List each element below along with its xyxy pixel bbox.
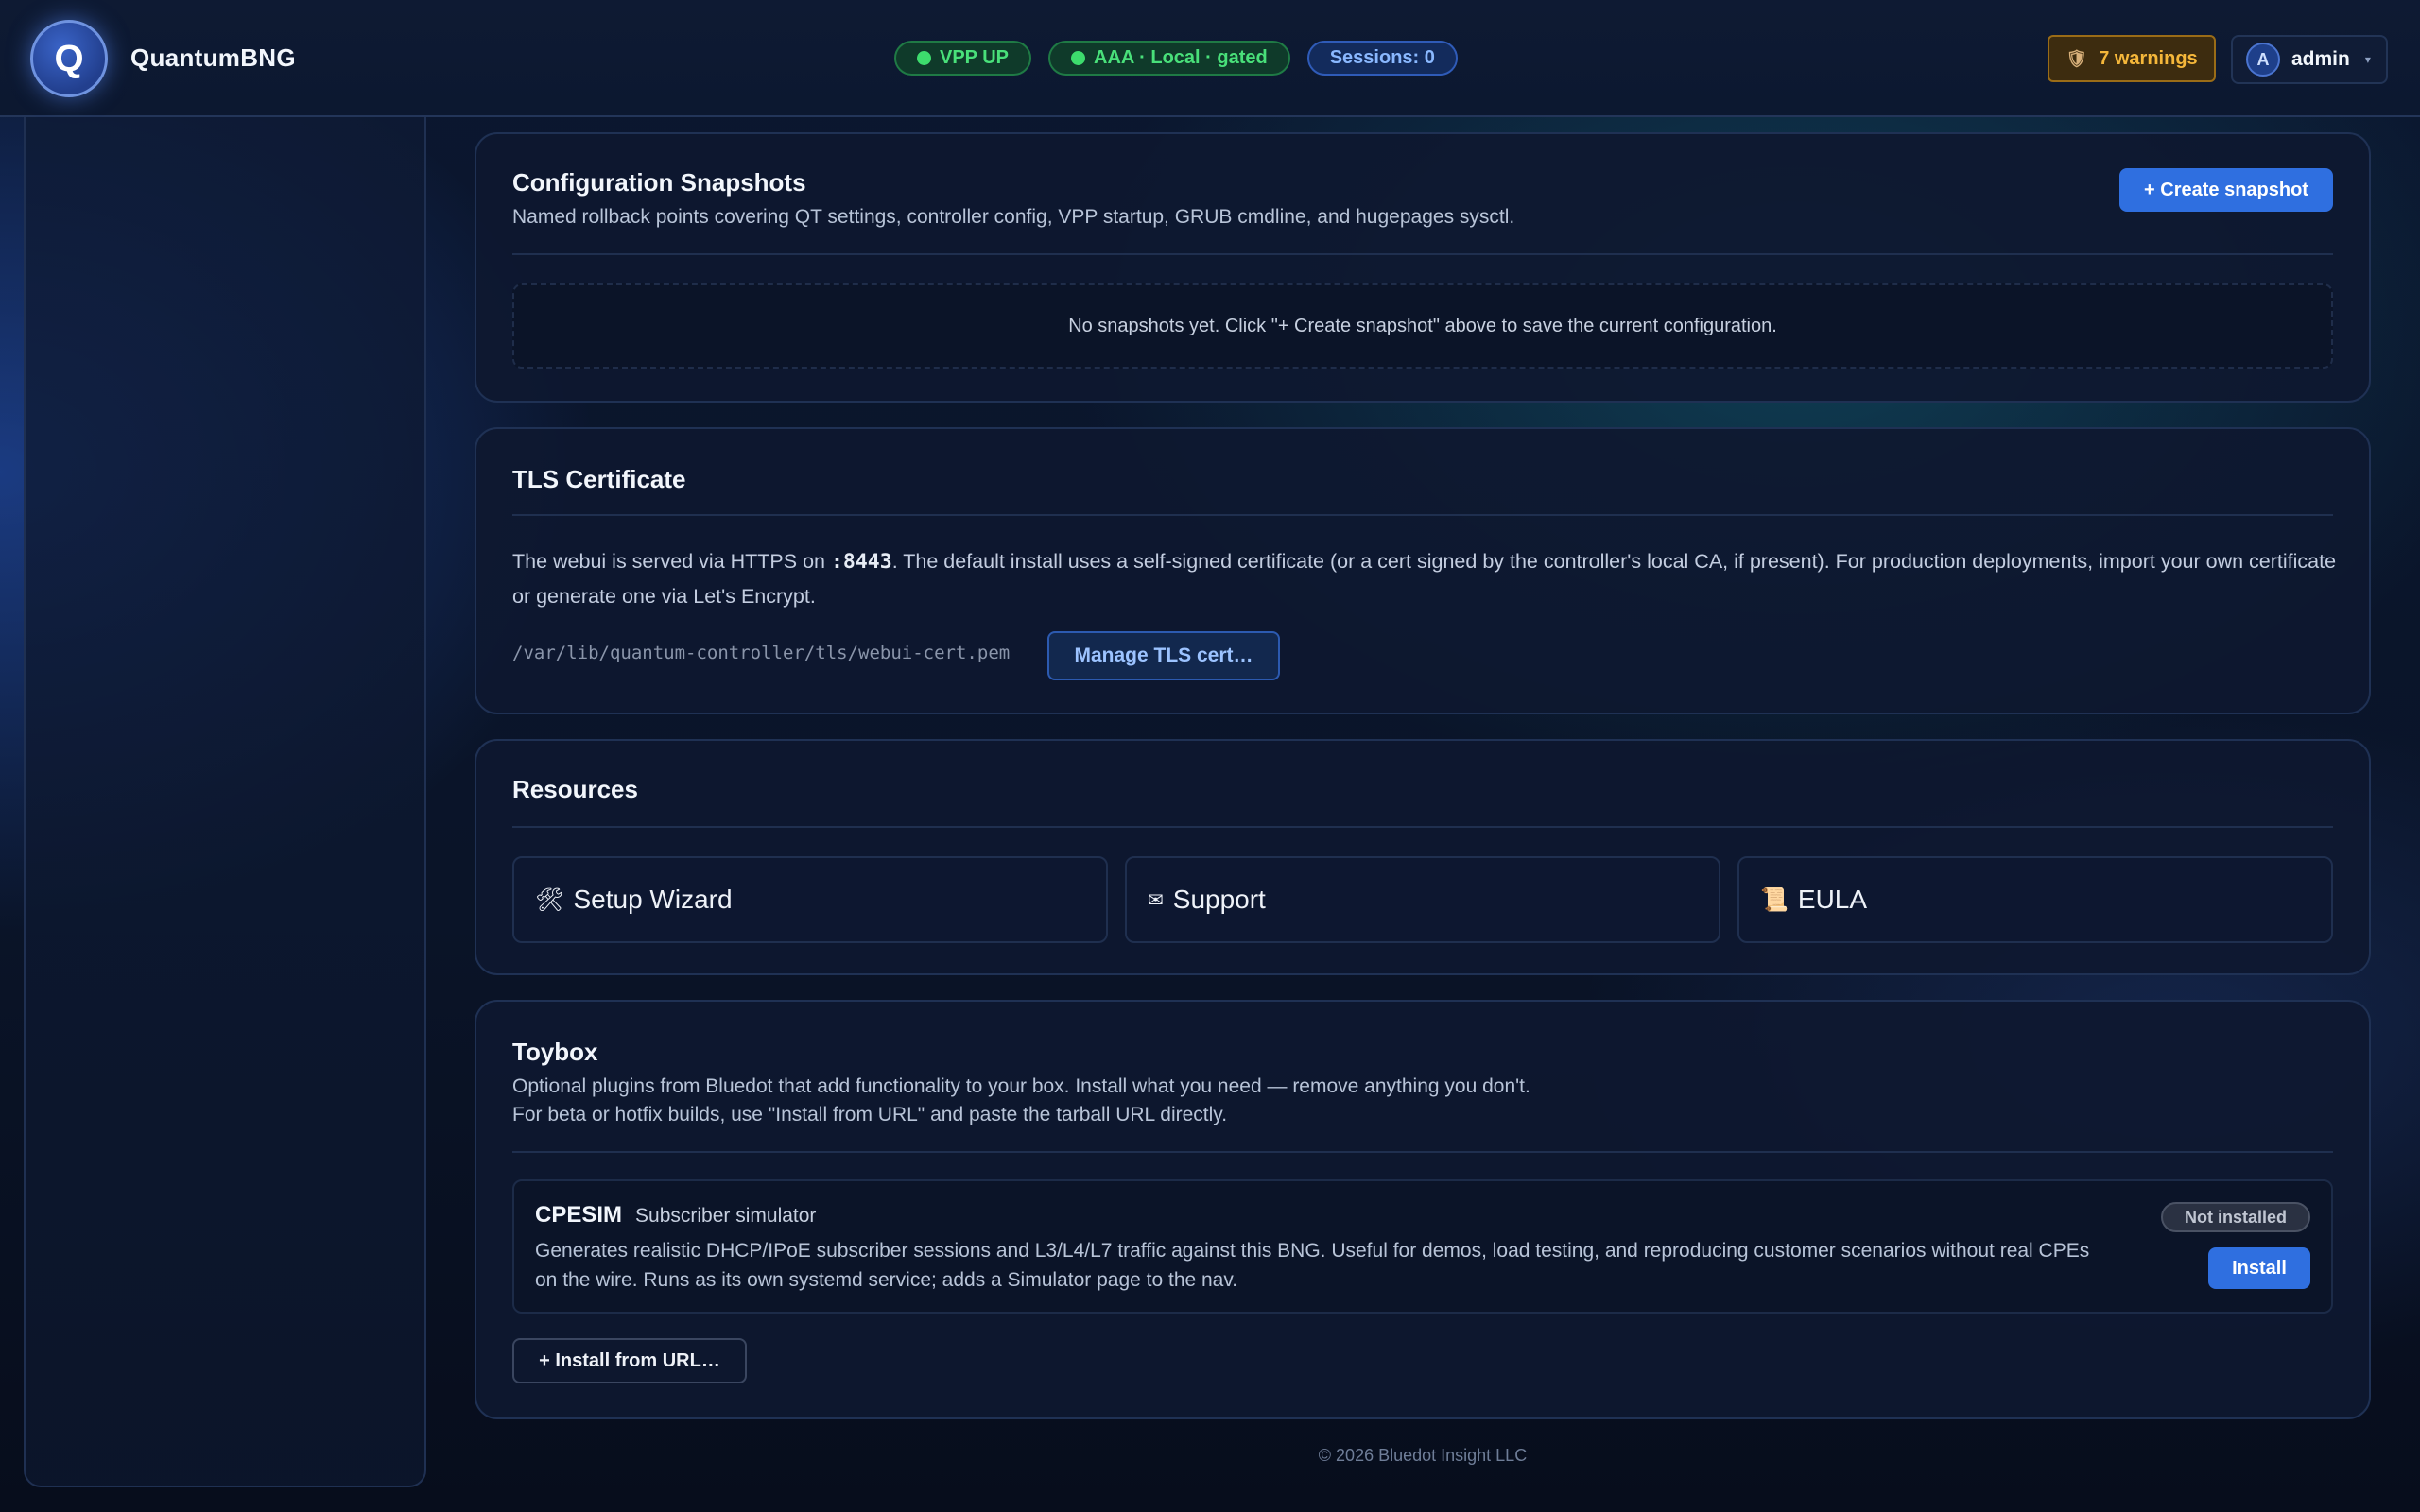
status-dot-icon bbox=[917, 51, 931, 65]
sessions-pill[interactable]: Sessions: 0 bbox=[1306, 41, 1458, 76]
tls-desc-part1: The webui is served via HTTPS on bbox=[512, 550, 831, 573]
tls-description: The webui is served via HTTPS on :8443. … bbox=[512, 544, 2337, 613]
toybox-card: Toybox Optional plugins from Bluedot tha… bbox=[475, 1000, 2371, 1419]
vpp-status-pill[interactable]: VPP UP bbox=[894, 41, 1031, 76]
envelope-icon: ✉ bbox=[1148, 889, 1164, 911]
plugin-cpesim: CPESIM Subscriber simulator Generates re… bbox=[512, 1179, 2333, 1314]
install-from-url-button[interactable]: + Install from URL… bbox=[512, 1338, 747, 1383]
sidebar bbox=[24, 117, 426, 1487]
footer-copyright: © 2026 Bluedot Insight LLC bbox=[1318, 1446, 1528, 1465]
tls-title: TLS Certificate bbox=[512, 465, 686, 493]
setup-wizard-label: Setup Wizard bbox=[573, 885, 733, 914]
top-bar: Q QuantumBNG VPP UP AAA · Local · gated … bbox=[0, 0, 2420, 117]
warnings-button[interactable]: 🛡 7 warnings bbox=[2048, 35, 2216, 82]
aaa-status-pill[interactable]: AAA · Local · gated bbox=[1048, 41, 1290, 76]
create-snapshot-button[interactable]: + Create snapshot bbox=[2119, 168, 2333, 212]
shield-icon: 🛡 bbox=[2066, 48, 2088, 68]
brand-name[interactable]: QuantumBNG bbox=[130, 43, 296, 73]
plugin-name: CPESIM bbox=[535, 1202, 623, 1228]
snapshots-description: Named rollback points covering QT settin… bbox=[512, 206, 1515, 228]
status-dot-icon bbox=[1071, 51, 1085, 65]
divider bbox=[512, 253, 2333, 255]
snapshots-title: Configuration Snapshots bbox=[512, 168, 806, 197]
divider bbox=[512, 514, 2333, 516]
warnings-label: 7 warnings bbox=[2099, 47, 2198, 69]
config-snapshots-card: Configuration Snapshots Named rollback p… bbox=[475, 132, 2371, 403]
divider bbox=[512, 826, 2333, 828]
plugin-description: Generates realistic DHCP/IPoE subscriber… bbox=[535, 1240, 2090, 1291]
aaa-status-label: AAA · Local · gated bbox=[1094, 47, 1268, 68]
toybox-title: Toybox bbox=[512, 1038, 598, 1066]
divider bbox=[512, 1151, 2333, 1153]
plugin-status-badge: Not installed bbox=[2161, 1202, 2310, 1232]
vpp-status-label: VPP UP bbox=[940, 47, 1009, 68]
support-label: Support bbox=[1172, 885, 1266, 914]
eula-label: EULA bbox=[1797, 885, 1868, 914]
sessions-label: Sessions: 0 bbox=[1329, 47, 1435, 68]
chevron-down-icon: ▾ bbox=[2364, 53, 2371, 66]
setup-wizard-link[interactable]: 🛠 Setup Wizard bbox=[512, 856, 1108, 943]
manage-tls-button[interactable]: Manage TLS cert… bbox=[1047, 631, 1280, 680]
tls-certificate-card: TLS Certificate The webui is served via … bbox=[475, 427, 2371, 714]
tls-port: :8443 bbox=[830, 550, 892, 574]
eula-link[interactable]: 📜 EULA bbox=[1737, 856, 2333, 943]
user-name: admin bbox=[2291, 48, 2350, 70]
tools-icon: 🛠 bbox=[535, 886, 564, 913]
plugin-subtitle: Subscriber simulator bbox=[635, 1205, 817, 1227]
toybox-desc-line1: Optional plugins from Bluedot that add f… bbox=[512, 1075, 1530, 1097]
scroll-icon: 📜 bbox=[1760, 886, 1789, 913]
support-link[interactable]: ✉ Support bbox=[1125, 856, 1720, 943]
user-menu[interactable]: A admin ▾ bbox=[2231, 35, 2388, 84]
install-plugin-button[interactable]: Install bbox=[2208, 1247, 2310, 1289]
toybox-desc-line2: For beta or hotfix builds, use "Install … bbox=[512, 1104, 1228, 1125]
resources-card: Resources 🛠 Setup Wizard ✉ Support 📜 EUL… bbox=[475, 739, 2371, 975]
logo[interactable]: Q bbox=[30, 20, 108, 97]
resources-title: Resources bbox=[512, 775, 638, 803]
snapshots-empty-state: No snapshots yet. Click "+ Create snapsh… bbox=[512, 284, 2333, 369]
status-pills: VPP UP AAA · Local · gated Sessions: 0 bbox=[894, 41, 1458, 76]
cert-path: /var/lib/quantum-controller/tls/webui-ce… bbox=[512, 643, 1011, 663]
avatar: A bbox=[2246, 43, 2280, 77]
plugin-header: CPESIM Subscriber simulator bbox=[535, 1202, 816, 1228]
